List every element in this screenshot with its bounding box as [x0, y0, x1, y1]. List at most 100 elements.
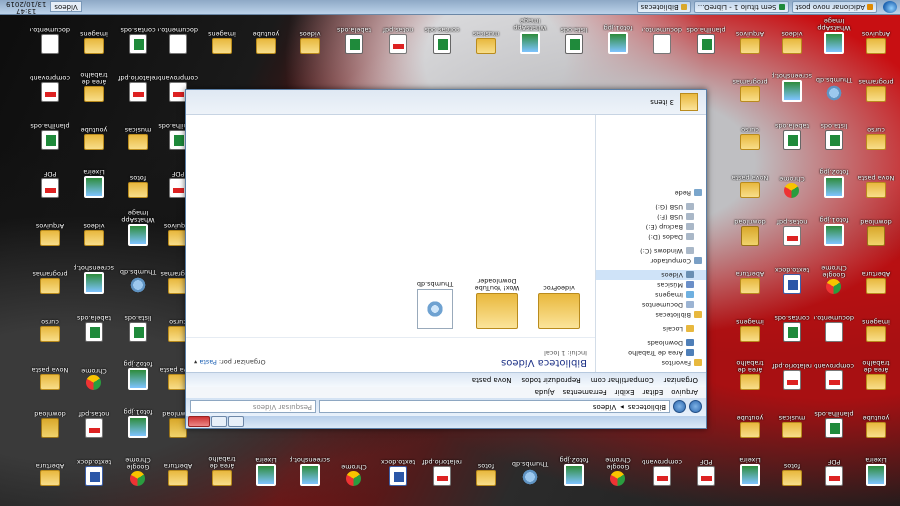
nav-item[interactable]: Imagens [596, 290, 706, 300]
file-item[interactable]: Thumbs.db [411, 277, 459, 329]
desktop-icon[interactable]: curso [856, 126, 896, 150]
desktop-icon[interactable]: videos [74, 222, 114, 246]
nav-item[interactable]: Backup (E:) [596, 222, 706, 232]
desktop-icon[interactable]: programas [856, 78, 896, 102]
desktop-icon[interactable]: musicas [466, 30, 506, 54]
start-button[interactable] [883, 1, 897, 13]
desktop-icon[interactable]: Nova pasta [730, 174, 770, 198]
file-item[interactable]: videoProc [535, 277, 583, 329]
desktop-icon[interactable]: tabela.ods [74, 314, 114, 342]
desktop-icon[interactable]: contas.ods [118, 26, 158, 54]
desktop-icon[interactable]: documento.doc [158, 26, 198, 54]
nav-item[interactable]: Vídeos [596, 270, 706, 280]
maximize-button[interactable] [211, 416, 227, 428]
desktop-icon[interactable]: fotos [466, 462, 506, 486]
desktop-icon[interactable]: screenshot.png [290, 456, 330, 486]
taskbar-search[interactable]: Vídeos [50, 1, 82, 13]
desktop-icon[interactable]: foto1.jpg [814, 216, 854, 246]
desktop-icon[interactable]: documento.doc [814, 314, 854, 342]
desktop-icon[interactable]: Abertura [730, 270, 770, 294]
desktop-icon[interactable]: área de trabalho [74, 71, 114, 102]
desktop-icon[interactable]: Google Chrome [118, 456, 158, 486]
desktop-icon[interactable]: imagens [730, 318, 770, 342]
breadcrumb-videos[interactable]: Vídeos [593, 403, 616, 411]
back-button[interactable] [689, 400, 702, 414]
desktop-icon[interactable]: programas [730, 78, 770, 102]
desktop-icon[interactable]: musicas [772, 414, 812, 438]
desktop-icon[interactable]: foto2.jpg [118, 360, 158, 390]
desktop-icon[interactable]: notas.pdf [74, 410, 114, 438]
nav-item[interactable]: Dados (D:) [596, 232, 706, 242]
desktop-icon[interactable]: área de trabalho [202, 455, 242, 486]
desktop-icon[interactable]: WhatsApp Image [510, 17, 550, 54]
menu-item[interactable]: Arquivo [671, 389, 698, 397]
taskbar-button[interactable]: Sem título 1 - LibreO... [693, 1, 789, 13]
desktop-icon[interactable]: download [856, 218, 896, 246]
desktop-icon[interactable]: Lixeira [246, 456, 286, 486]
desktop-icon[interactable]: Chrome [74, 367, 114, 390]
desktop-icon[interactable]: Arquivos [856, 30, 896, 54]
desktop-icon[interactable]: fotos [118, 174, 158, 198]
desktop-icon[interactable]: planilha.ods [686, 26, 726, 54]
desktop-icon[interactable]: texto.docx [74, 458, 114, 486]
desktop-icon[interactable]: tabela.ods [334, 26, 374, 54]
desktop-icon[interactable]: Nova pasta [856, 174, 896, 198]
desktop-icon[interactable]: curso [30, 318, 70, 342]
desktop-icon[interactable]: curso [730, 126, 770, 150]
command-button[interactable]: Reproduzir todos [521, 376, 580, 384]
desktop-icon[interactable]: videos [772, 30, 812, 54]
desktop-icon[interactable]: Google Chrome [598, 456, 638, 486]
desktop-icon[interactable]: texto.docx [378, 458, 418, 486]
desktop-icon[interactable]: notas.pdf [772, 218, 812, 246]
desktop-icon[interactable]: tabela.ods [772, 122, 812, 150]
menu-item[interactable]: Editar [642, 389, 663, 397]
desktop-icon[interactable]: programas [30, 270, 70, 294]
desktop-icon[interactable]: lista.ods [554, 26, 594, 54]
taskbar-button[interactable]: Bibliotecas [636, 1, 691, 13]
desktop-icon[interactable]: foto1.jpg [598, 24, 638, 54]
explorer-window[interactable]: Bibliotecas ▸ Vídeos Pesquisar Vídeos Ar… [185, 89, 707, 429]
desktop-icon[interactable]: imagens [202, 30, 242, 54]
desktop-icon[interactable]: screenshot.png [74, 264, 114, 294]
desktop-icon[interactable]: lista.ods [814, 122, 854, 150]
nav-item[interactable]: Locais [596, 324, 706, 334]
title-bar[interactable] [186, 416, 706, 428]
desktop-icon[interactable]: área de trabalho [856, 359, 896, 390]
desktop-icon[interactable]: youtube [74, 126, 114, 150]
desktop-icon[interactable]: fotos [772, 462, 812, 486]
library-subtitle[interactable]: Inclui: 1 local [194, 349, 587, 357]
desktop-icon[interactable]: Abertura [856, 270, 896, 294]
desktop-icon[interactable]: relatorio.pdf [118, 74, 158, 102]
desktop-icon[interactable]: videos [290, 30, 330, 54]
desktop-icon[interactable]: Lixeira [856, 456, 896, 486]
desktop-icon[interactable]: foto2.jpg [814, 168, 854, 198]
desktop-icon[interactable]: Abertura [30, 462, 70, 486]
nav-item[interactable]: Bibliotecas [596, 310, 706, 320]
desktop-icon[interactable]: comprovante.pdf [30, 74, 70, 102]
command-button[interactable]: Organizar [664, 376, 698, 384]
clock[interactable]: 13:47 13/10/2019 [6, 0, 46, 15]
desktop-icon[interactable]: PDF [814, 458, 854, 486]
nav-item[interactable]: Windows (C:) [596, 246, 706, 256]
desktop-icon[interactable]: contas.ods [422, 26, 462, 54]
desktop-icon[interactable]: comprovante.pdf [642, 458, 682, 486]
command-button[interactable]: Nova pasta [472, 376, 512, 384]
nav-item[interactable]: USB (F:) [596, 212, 706, 222]
command-button[interactable]: Compartilhar com [591, 376, 654, 384]
desktop-icon[interactable]: Thumbs.db [510, 460, 550, 486]
nav-item[interactable]: USB (G:) [596, 202, 706, 212]
desktop-icon[interactable]: Lixeira [74, 168, 114, 198]
nav-item[interactable]: Computador [596, 256, 706, 266]
desktop-icon[interactable]: texto.docx [772, 266, 812, 294]
desktop-icon[interactable]: PDF [686, 458, 726, 486]
desktop-icon[interactable]: foto2.jpg [554, 456, 594, 486]
breadcrumb-libraries[interactable]: Bibliotecas [628, 403, 666, 411]
desktop-icon[interactable]: download [730, 218, 770, 246]
desktop-icon[interactable]: musicas [118, 126, 158, 150]
desktop-icon[interactable]: planilha.ods [30, 122, 70, 150]
desktop-icon[interactable]: WhatsApp Image [118, 209, 158, 246]
forward-button[interactable] [673, 400, 686, 414]
desktop-icon[interactable]: lista.ods [118, 314, 158, 342]
desktop-icon[interactable]: Thumbs.db [814, 76, 854, 102]
nav-item[interactable]: Músicas [596, 280, 706, 290]
